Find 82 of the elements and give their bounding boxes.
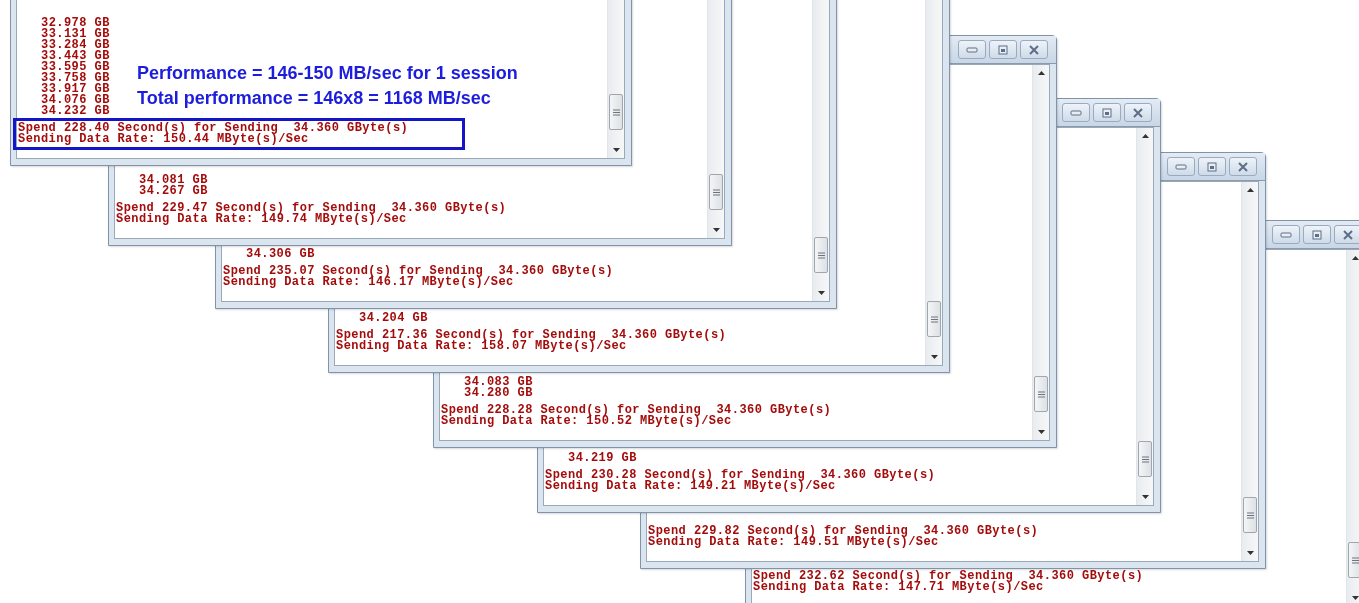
minimize-icon [1280, 231, 1292, 238]
summary-line: Spend 229.82 Second(s) for Sending 34.360 GByte(s) [648, 526, 1039, 537]
minimize-icon [1175, 163, 1187, 170]
close-button[interactable] [1020, 40, 1048, 59]
summary-line: Sending Data Rate: 149.21 MByte(s)/Sec [545, 481, 836, 492]
output-line: 34.081 GB [138, 175, 208, 186]
close-button[interactable] [1229, 157, 1257, 176]
grip-icon [712, 188, 720, 196]
summary-line: Spend 235.07 Second(s) for Sending 34.360 GByte(s) [223, 266, 614, 277]
output-line: 33.758 GB [40, 73, 110, 84]
down-arrow-icon [930, 355, 938, 359]
grip-icon [1246, 511, 1254, 519]
summary-line: Sending Data Rate: 146.17 MByte(s)/Sec [223, 277, 514, 288]
down-arrow-icon [612, 148, 620, 152]
close-icon [1238, 161, 1248, 172]
summary-line: Sending Data Rate: 150.44 MByte(s)/Sec [18, 134, 309, 145]
output-line: 33.131 GB [40, 29, 110, 40]
output-line: 34.232 GB [40, 106, 110, 117]
summary-line: Spend 230.28 Second(s) for Sending 34.360 GByte(s) [545, 470, 936, 481]
output-line: 34.306 GB [245, 249, 315, 260]
down-arrow-icon [1246, 551, 1254, 555]
maximize-button[interactable] [1303, 225, 1331, 244]
scroll-thumb[interactable] [1243, 497, 1257, 533]
grip-icon [1141, 455, 1149, 463]
maximize-button[interactable] [989, 40, 1017, 59]
output-line: 32.978 GB [40, 18, 110, 29]
close-button[interactable] [1334, 225, 1359, 244]
scroll-thumb[interactable] [814, 237, 828, 273]
summary-line: Spend 229.47 Second(s) for Sending 34.360 GByte(s) [116, 203, 507, 214]
summary-line: Spend 217.36 Second(s) for Sending 34.360 GByte(s) [336, 330, 727, 341]
maximize-icon [1312, 229, 1322, 240]
grip-icon [817, 251, 825, 259]
down-arrow-icon [1037, 430, 1045, 434]
minimize-icon [966, 46, 978, 53]
grip-icon [930, 315, 938, 323]
down-arrow-icon [712, 228, 720, 232]
output-line: 34.204 GB [358, 313, 428, 324]
summary-line: Sending Data Rate: 150.52 MByte(s)/Sec [441, 416, 732, 427]
scroll-thumb[interactable] [927, 301, 941, 337]
annotation-text: Performance = 146-150 MB/sec for 1 session [137, 62, 518, 85]
grip-icon [1351, 556, 1359, 564]
output-line: 33.595 GB [40, 62, 110, 73]
maximize-icon [1207, 161, 1217, 172]
close-button[interactable] [1124, 103, 1152, 122]
up-arrow-icon [1037, 71, 1045, 75]
summary-line: Spend 232.62 Second(s) for Sending 34.360 GByte(s) [753, 571, 1144, 582]
close-icon [1029, 44, 1039, 55]
scroll-thumb[interactable] [609, 94, 623, 130]
maximize-button[interactable] [1198, 157, 1226, 176]
scroll-thumb[interactable] [1138, 441, 1152, 477]
maximize-icon [998, 44, 1008, 55]
scroll-thumb[interactable] [709, 174, 723, 210]
scroll-thumb[interactable] [1348, 542, 1359, 578]
summary-line: Sending Data Rate: 147.71 MByte(s)/Sec [753, 582, 1044, 593]
maximize-button[interactable] [1093, 103, 1121, 122]
summary-line: Spend 228.40 Second(s) for Sending 34.360 GByte(s) [18, 123, 409, 134]
output-line: 34.083 GB [463, 377, 533, 388]
output-line: 33.443 GB [40, 51, 110, 62]
annotation-text: Total performance = 146x8 = 1168 MB/sec [137, 87, 491, 110]
down-arrow-icon [1351, 596, 1359, 600]
minimize-icon [1070, 109, 1082, 116]
summary-line: Sending Data Rate: 149.74 MByte(s)/Sec [116, 214, 407, 225]
up-arrow-icon [1246, 188, 1254, 192]
scroll-thumb[interactable] [1034, 376, 1048, 412]
down-arrow-icon [817, 291, 825, 295]
summary-line: Spend 228.28 Second(s) for Sending 34.360 GByte(s) [441, 405, 832, 416]
close-icon [1133, 107, 1143, 118]
grip-icon [1037, 390, 1045, 398]
summary-line: Sending Data Rate: 158.07 MByte(s)/Sec [336, 341, 627, 352]
up-arrow-icon [1351, 256, 1359, 260]
output-line: 33.284 GB [40, 40, 110, 51]
down-arrow-icon [1141, 495, 1149, 499]
output-line: 34.267 GB [138, 186, 208, 197]
close-icon [1343, 229, 1353, 240]
up-arrow-icon [1141, 134, 1149, 138]
output-line: 34.076 GB [40, 95, 110, 106]
output-line: 34.219 GB [567, 453, 637, 464]
output-line: 33.917 GB [40, 84, 110, 95]
summary-line: Sending Data Rate: 149.51 MByte(s)/Sec [648, 537, 939, 548]
output-line: 34.280 GB [463, 388, 533, 399]
grip-icon [612, 108, 620, 116]
maximize-icon [1102, 107, 1112, 118]
